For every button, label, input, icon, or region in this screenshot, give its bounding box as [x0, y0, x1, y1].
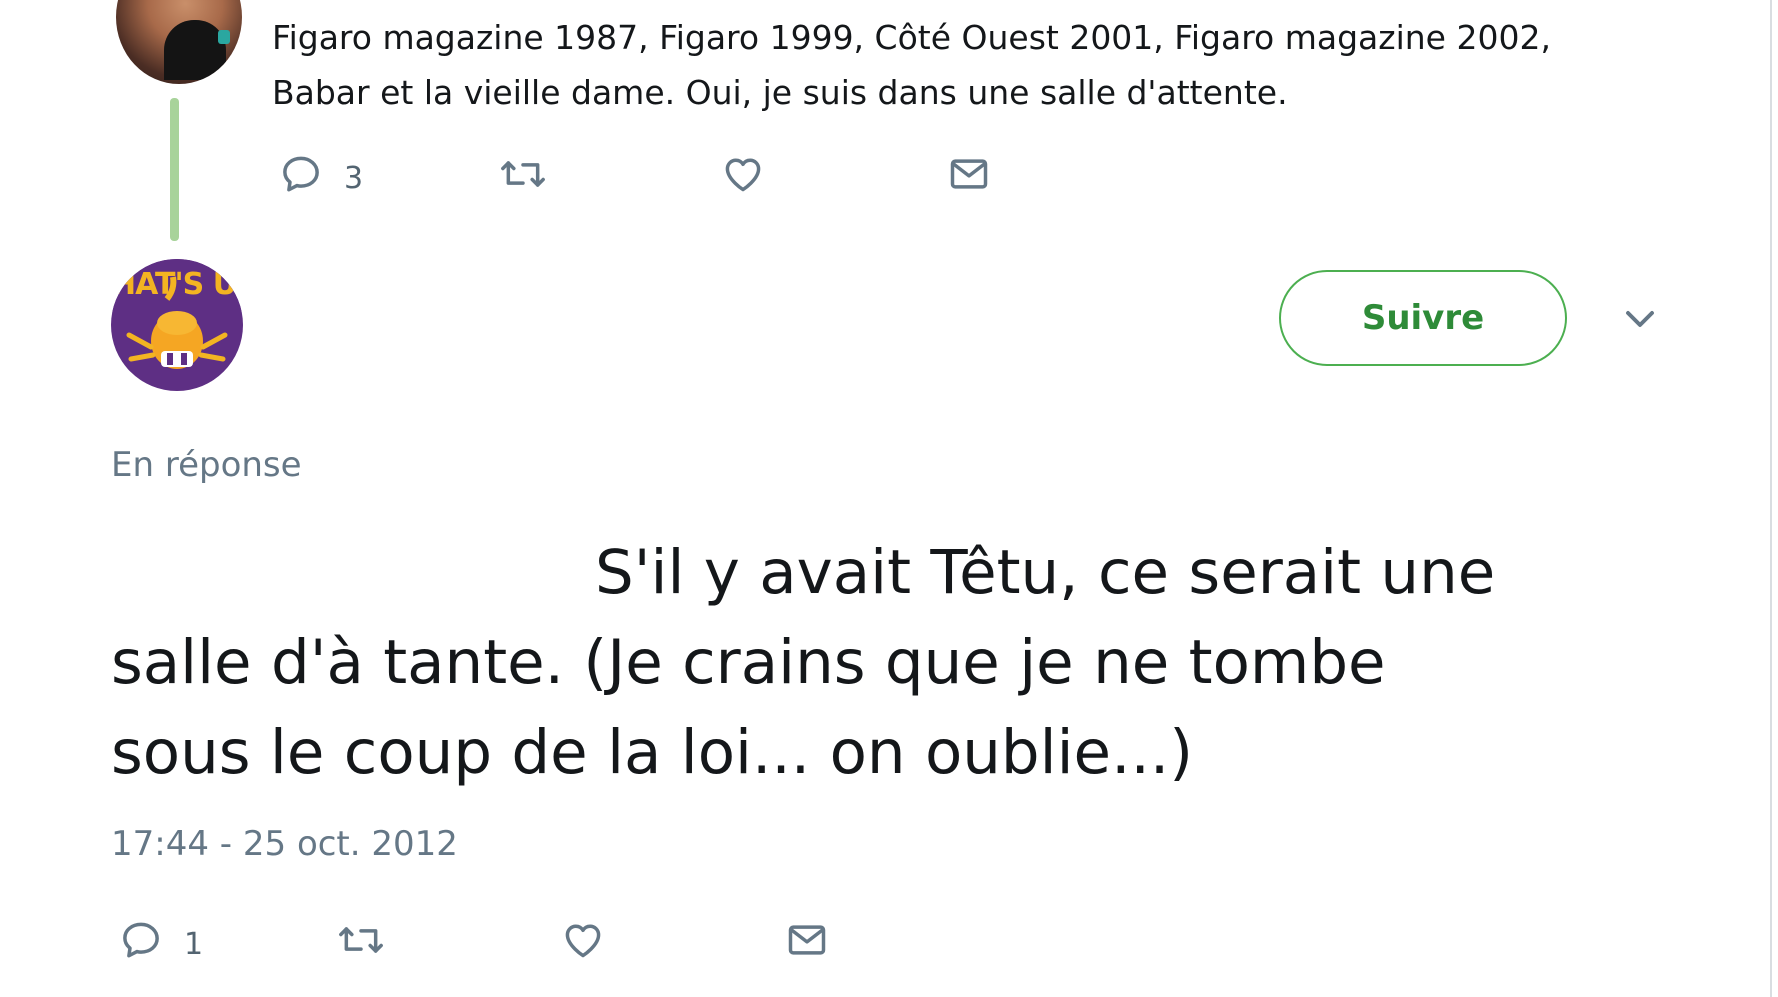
thread-connector-line [170, 98, 179, 241]
envelope-icon [950, 159, 988, 189]
reply-count: 1 [184, 926, 204, 962]
reply-tweet-line: salle d'à tante. (Je crains que je ne to… [111, 627, 1386, 698]
retweet-button[interactable] [498, 152, 548, 196]
window-edge [1770, 0, 1772, 997]
avatar-shirt [164, 20, 226, 80]
reply-tweet-line: S'il y avait Têtu, ce serait une [595, 537, 1496, 608]
envelope-icon [788, 925, 826, 955]
speech-bubble-icon [123, 922, 159, 958]
reply-tweet-line: sous le coup de la loi... on oublie...) [111, 717, 1194, 788]
direct-message-button[interactable] [784, 918, 830, 962]
parent-avatar[interactable] [116, 0, 242, 84]
retweet-icon [339, 927, 383, 953]
like-button[interactable] [560, 918, 606, 962]
avatar-detail [218, 30, 230, 44]
parent-tweet-text: Figaro magazine 1987, Figaro 1999, Côté … [272, 10, 1592, 120]
reply-button[interactable]: 1 [118, 918, 203, 962]
heart-icon [565, 924, 601, 958]
replying-to-label: En réponse [111, 445, 302, 485]
reply-tweet-text: S'il y avait Têtu, ce serait une salle d… [111, 528, 1631, 798]
parent-tweet-line: Figaro magazine 1987, Figaro 1999, Côté … [272, 18, 1551, 57]
reply-button[interactable]: 3 [278, 152, 363, 196]
direct-message-button[interactable] [946, 152, 992, 196]
retweet-icon [501, 161, 545, 187]
avatar-mascot-image [126, 276, 228, 369]
like-button[interactable] [720, 152, 766, 196]
follow-button[interactable]: Suivre [1279, 270, 1567, 366]
speech-bubble-icon [283, 156, 319, 192]
chevron-down-icon[interactable] [1622, 304, 1658, 334]
retweet-button[interactable] [336, 918, 386, 962]
reply-avatar[interactable]: HAT'S UP [111, 259, 243, 391]
reply-count: 3 [344, 160, 364, 196]
tweet-timestamp[interactable]: 17:44 - 25 oct. 2012 [111, 824, 458, 864]
parent-tweet-line: Babar et la vieille dame. Oui, je suis d… [272, 73, 1288, 112]
heart-icon [725, 158, 761, 192]
